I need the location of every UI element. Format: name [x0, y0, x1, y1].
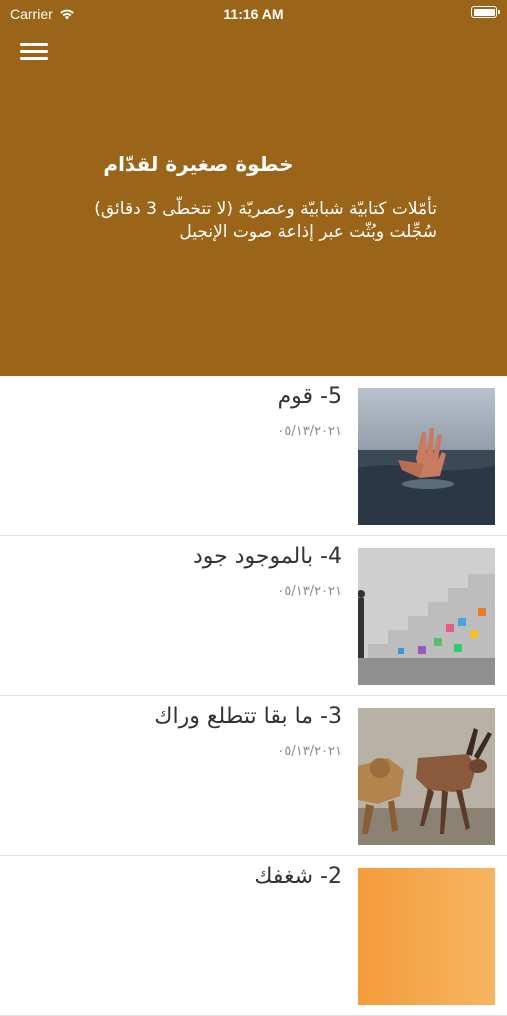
- battery-icon: [471, 6, 500, 18]
- hamburger-menu-icon[interactable]: [20, 40, 48, 64]
- episode-title: 5- قوم: [277, 384, 342, 409]
- stairs-wall-image: [358, 548, 495, 685]
- clock: 11:16 AM: [223, 6, 284, 22]
- lion-antelope-image: [358, 708, 495, 845]
- list-item[interactable]: 5- قوم ٠٥/١٣/٢٠٢١: [0, 376, 507, 536]
- orange-gradient-image: [358, 868, 495, 1005]
- episode-date: ٠٥/١٣/٢٠٢١: [277, 744, 342, 759]
- list-item[interactable]: 4- بالموجود جود ٠٥/١٣/٢٠٢١: [0, 536, 507, 696]
- episode-date: ٠٥/١٣/٢٠٢١: [277, 424, 342, 439]
- status-bar: Carrier 11:16 AM: [0, 0, 507, 28]
- page-title: خطوة صغيرة لقدّام: [103, 152, 294, 176]
- hand-in-water-image: [358, 388, 495, 525]
- header-banner: Carrier 11:16 AM خطوة صغيرة لقدّام تأمّل…: [0, 0, 507, 376]
- list-item[interactable]: 2- شغفك: [0, 856, 507, 1016]
- episode-list: 5- قوم ٠٥/١٣/٢٠٢١ 4- بالموجود جود ٠٥/١٣/…: [0, 376, 507, 1016]
- episode-title: 2- شغفك: [254, 864, 342, 889]
- list-item[interactable]: 3- ما بقا تتطلع وراك ٠٥/١٣/٢٠٢١: [0, 696, 507, 856]
- page-subtitle: تأمّلات كتابيّة شبابيّة وعصريّة (لا تتخط…: [94, 199, 437, 242]
- episode-date: ٠٥/١٣/٢٠٢١: [277, 584, 342, 599]
- episode-title: 4- بالموجود جود: [192, 544, 342, 569]
- episode-title: 3- ما بقا تتطلع وراك: [154, 704, 342, 729]
